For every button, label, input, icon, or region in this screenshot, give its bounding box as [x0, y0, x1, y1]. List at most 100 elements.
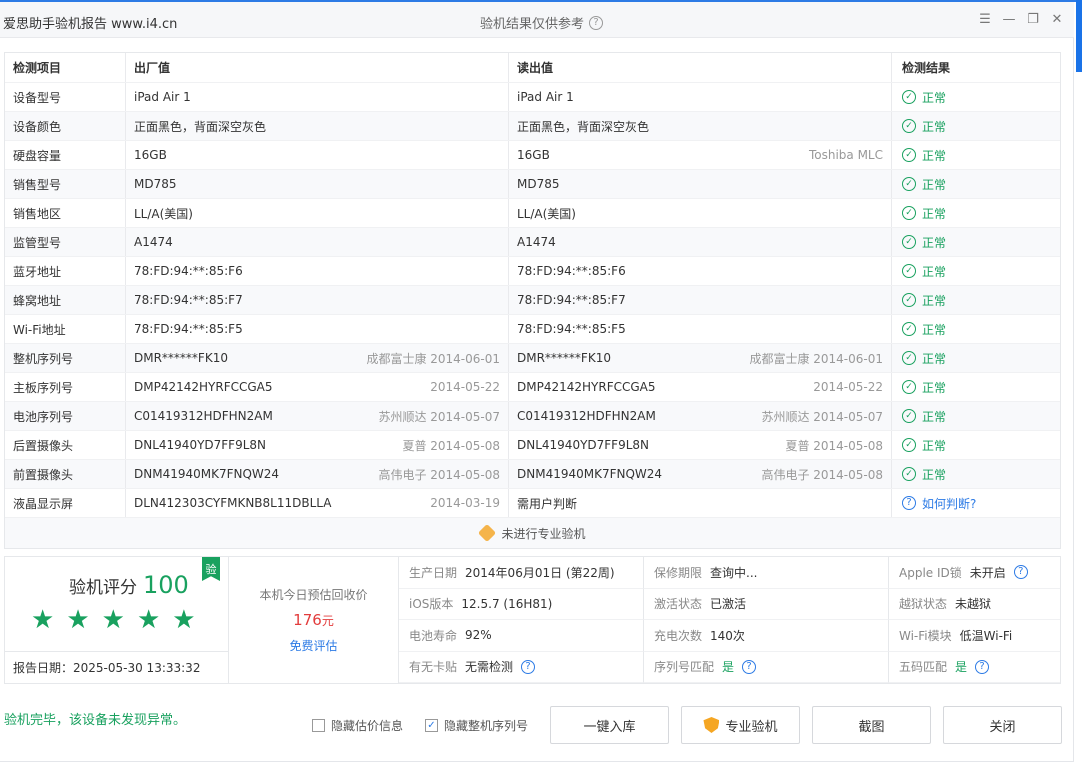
minimize-icon[interactable]: —: [1002, 12, 1016, 27]
screenshot-button[interactable]: 截图: [812, 706, 931, 744]
factory-value: DNM41940MK7FNQW24: [134, 467, 280, 481]
pro-check-button[interactable]: 专业验机: [681, 706, 800, 744]
result-ok: 正常: [922, 90, 947, 105]
read-value: DNM41940MK7FNQW24: [517, 467, 663, 481]
check-circle-icon: ✓: [902, 322, 916, 336]
hide-price-label: 隐藏估价信息: [331, 719, 404, 733]
info-key: 序列号匹配: [654, 660, 715, 675]
factory-value: DMP42142HYRFCCGA5: [134, 380, 273, 394]
star-rating: ★ ★ ★ ★ ★: [31, 607, 196, 633]
factory-cell: A1474: [126, 228, 509, 256]
price-unit: 元: [321, 614, 334, 628]
table-row: 主板序列号 DMP42142HYRFCCGA5 2014-05-22 DMP42142…: [5, 373, 1060, 402]
read-value: 78:FD:94:**:85:F5: [517, 322, 626, 336]
read-note: 高伟电子 2014-05-08: [761, 467, 883, 482]
store-button[interactable]: 一键入库: [550, 706, 669, 744]
factory-cell: 78:FD:94:**:85:F6: [126, 257, 509, 285]
factory-value: DMR******FK10: [134, 351, 228, 365]
item-name: Wi-Fi地址: [5, 315, 126, 343]
check-table: 检测项目 出厂值 读出值 检测结果 设备型号 iPad Air 1 iPad Air…: [4, 52, 1061, 549]
table-row: 监管型号 A1474 A1474 ✓ 正常: [5, 228, 1060, 257]
read-value: 16GB: [517, 148, 550, 162]
help-icon[interactable]: ?: [902, 496, 916, 510]
device-info-grid: 生产日期 2014年06月01日 (第22周) 保修期限 查询中... Apple ID…: [399, 557, 1060, 683]
result-cell: ✓ 正常: [892, 170, 1060, 198]
read-note: Toshiba MLC: [808, 148, 883, 162]
hide-price-checkbox[interactable]: 隐藏估价信息: [312, 717, 403, 734]
read-cell: DMR******FK10 成都富士康 2014-06-01: [509, 344, 892, 372]
factory-cell: 78:FD:94:**:85:F7: [126, 286, 509, 314]
checkbox-unchecked[interactable]: [312, 719, 325, 732]
check-circle-icon: ✓: [902, 206, 916, 220]
price-box: 本机今日预估回收价 176元 免费评估: [229, 557, 399, 683]
price-value: 176元: [293, 611, 334, 629]
read-cell: 78:FD:94:**:85:F6: [509, 257, 892, 285]
result-cell: ✓ 正常: [892, 402, 1060, 430]
restore-icon[interactable]: ❐: [1026, 12, 1040, 27]
info-value: 是: [722, 660, 735, 675]
free-estimate-link[interactable]: 免费评估: [289, 637, 337, 654]
table-row: 后置摄像头 DNL41940YD7FF9L8N 夏普 2014-05-08 DNL41…: [5, 431, 1060, 460]
result-cell: ✓ 正常: [892, 228, 1060, 256]
item-name: 设备型号: [5, 83, 126, 111]
close-icon[interactable]: ✕: [1050, 12, 1064, 27]
info-key: iOS版本: [409, 597, 454, 612]
how-to-judge-link[interactable]: 如何判断?: [922, 495, 976, 512]
menu-icon[interactable]: ☰: [978, 12, 992, 27]
info-cell: 充电次数 140次: [644, 620, 889, 652]
read-cell: 正面黑色，背面深空灰色: [509, 112, 892, 140]
check-circle-icon: ✓: [902, 264, 916, 278]
info-cell: Wi-Fi模块 低温Wi-Fi: [889, 620, 1060, 652]
result-cell: ✓ 正常: [892, 431, 1060, 459]
result-cell: ✓ 正常: [892, 112, 1060, 140]
info-cell: 越狱状态 未越狱: [889, 589, 1060, 620]
help-icon[interactable]: ?: [589, 15, 604, 30]
read-value: 78:FD:94:**:85:F7: [517, 293, 626, 307]
info-cell: 五码匹配是?: [889, 652, 1060, 683]
table-row: 液晶显示屏 DLN412303CYFMKNB8L11DBLLA 2014-03-19…: [5, 489, 1060, 518]
factory-cell: 78:FD:94:**:85:F5: [126, 315, 509, 343]
item-name: 主板序列号: [5, 373, 126, 401]
factory-cell: DNM41940MK7FNQW24 高伟电子 2014-05-08: [126, 460, 509, 488]
checkbox-checked[interactable]: ✓: [425, 719, 438, 732]
result-cell[interactable]: ? 如何判断?: [892, 489, 1060, 517]
factory-cell: 正面黑色，背面深空灰色: [126, 112, 509, 140]
info-value: 是: [955, 660, 968, 675]
factory-value: 16GB: [134, 148, 167, 162]
help-icon[interactable]: ?: [521, 659, 536, 674]
info-key: 保修期限: [654, 565, 703, 580]
read-value: iPad Air 1: [517, 90, 574, 104]
result-ok: 正常: [922, 380, 947, 395]
help-icon[interactable]: ?: [742, 659, 757, 674]
hide-serial-checkbox[interactable]: ✓ 隐藏整机序列号: [425, 717, 528, 734]
factory-value: 78:FD:94:**:85:F6: [134, 264, 243, 278]
read-value: DNL41940YD7FF9L8N: [517, 438, 650, 452]
score-line: 验机评分 100: [69, 571, 189, 599]
read-note: 夏普 2014-05-08: [785, 438, 883, 453]
table-row: 整机序列号 DMR******FK10 成都富士康 2014-06-01 DMR***…: [5, 344, 1060, 373]
factory-value: A1474: [134, 235, 173, 249]
info-key: 有无卡贴: [409, 660, 458, 675]
info-cell: Apple ID锁 未开启?: [889, 557, 1060, 589]
result-ok: 正常: [922, 148, 947, 163]
check-circle-icon: ✓: [902, 119, 916, 133]
factory-cell: DLN412303CYFMKNB8L11DBLLA 2014-03-19: [126, 489, 509, 517]
screenshot-button-label: 截图: [858, 719, 885, 735]
pro-check-text: 未进行专业验机: [501, 526, 586, 541]
help-icon[interactable]: ?: [975, 659, 990, 674]
table-row: 销售地区 LL/A(美国) LL/A(美国) ✓ 正常: [5, 199, 1060, 228]
read-value: C01419312HDFHN2AM: [517, 409, 656, 423]
info-value: 92%: [465, 628, 492, 643]
info-value: 2014年06月01日 (第22周): [465, 565, 615, 580]
item-name: 硬盘容量: [5, 141, 126, 169]
check-circle-icon: ✓: [902, 409, 916, 423]
header-factory: 出厂值: [126, 53, 509, 82]
star-icon: ★: [172, 605, 196, 635]
disclaimer: 验机结果仅供参考 ?: [480, 13, 604, 32]
check-circle-icon: ✓: [902, 235, 916, 249]
star-icon: ★: [136, 605, 161, 635]
help-icon[interactable]: ?: [1013, 565, 1028, 580]
close-button[interactable]: 关闭: [943, 706, 1062, 744]
result-cell: ✓ 正常: [892, 315, 1060, 343]
title-bar: 爱思助手验机报告 www.i4.cn 验机结果仅供参考 ? ☰ — ❐ ✕: [0, 2, 1074, 38]
